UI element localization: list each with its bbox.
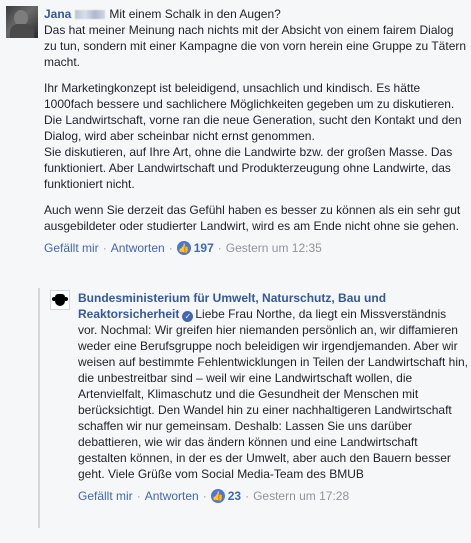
reply-thread-line xyxy=(38,288,40,528)
comment-paragraph-3: Auch wenn Sie derzeit das Gefühl haben e… xyxy=(44,203,461,233)
separator-dot: · xyxy=(136,489,141,503)
timestamp[interactable]: Gestern um 17:28 xyxy=(253,488,349,504)
comment-reply-bmub: Bundesministerium für Umwelt, Naturschut… xyxy=(50,290,468,504)
comment-actions: Gefällt mir · Antworten · 👍 23 · Gestern… xyxy=(78,488,468,504)
avatar[interactable] xyxy=(6,6,38,38)
comment-body: Bundesministerium für Umwelt, Naturschut… xyxy=(78,290,468,504)
eagle-icon xyxy=(52,294,68,306)
thumbs-up-icon: 👍 xyxy=(176,241,191,255)
like-button[interactable]: Gefällt mir xyxy=(44,240,99,256)
like-button[interactable]: Gefällt mir xyxy=(78,488,133,504)
separator-dot: · xyxy=(102,241,107,255)
separator-dot: · xyxy=(168,241,173,255)
comment-intro: Das hat meiner Meinung nach nichts mit d… xyxy=(44,23,467,69)
comment-headline-line: Jana Mit einem Schalk in den Augen? xyxy=(44,6,468,22)
verified-checkmark-icon: ✓ xyxy=(182,311,194,322)
comment-jana: Jana Mit einem Schalk in den Augen? Das h… xyxy=(6,6,468,256)
reply-button[interactable]: Antworten xyxy=(145,488,199,504)
author-name[interactable]: Jana xyxy=(44,7,71,21)
separator-dot: · xyxy=(245,489,250,503)
like-count[interactable]: 197 xyxy=(194,240,214,256)
redacted-surname xyxy=(75,10,106,19)
reply-text-block: Bundesministerium für Umwelt, Naturschut… xyxy=(78,290,468,482)
like-count[interactable]: 23 xyxy=(228,488,241,504)
reply-text: Liebe Frau Northe, da liegt ein Missvers… xyxy=(78,307,468,481)
separator-dot: · xyxy=(202,489,207,503)
comment-body: Jana Mit einem Schalk in den Augen? Das h… xyxy=(44,6,468,256)
thumbs-up-icon: 👍 xyxy=(210,489,225,503)
separator-dot: · xyxy=(217,241,222,255)
comment-actions: Gefällt mir · Antworten · 👍 197 · Gester… xyxy=(44,240,468,256)
avatar[interactable] xyxy=(50,290,70,310)
comment-paragraph-2: Ihr Marketingkonzept ist beleidigend, un… xyxy=(44,81,462,191)
timestamp[interactable]: Gestern um 12:35 xyxy=(226,240,322,256)
comment-headline: Mit einem Schalk in den Augen? xyxy=(109,7,281,21)
reply-button[interactable]: Antworten xyxy=(111,240,165,256)
